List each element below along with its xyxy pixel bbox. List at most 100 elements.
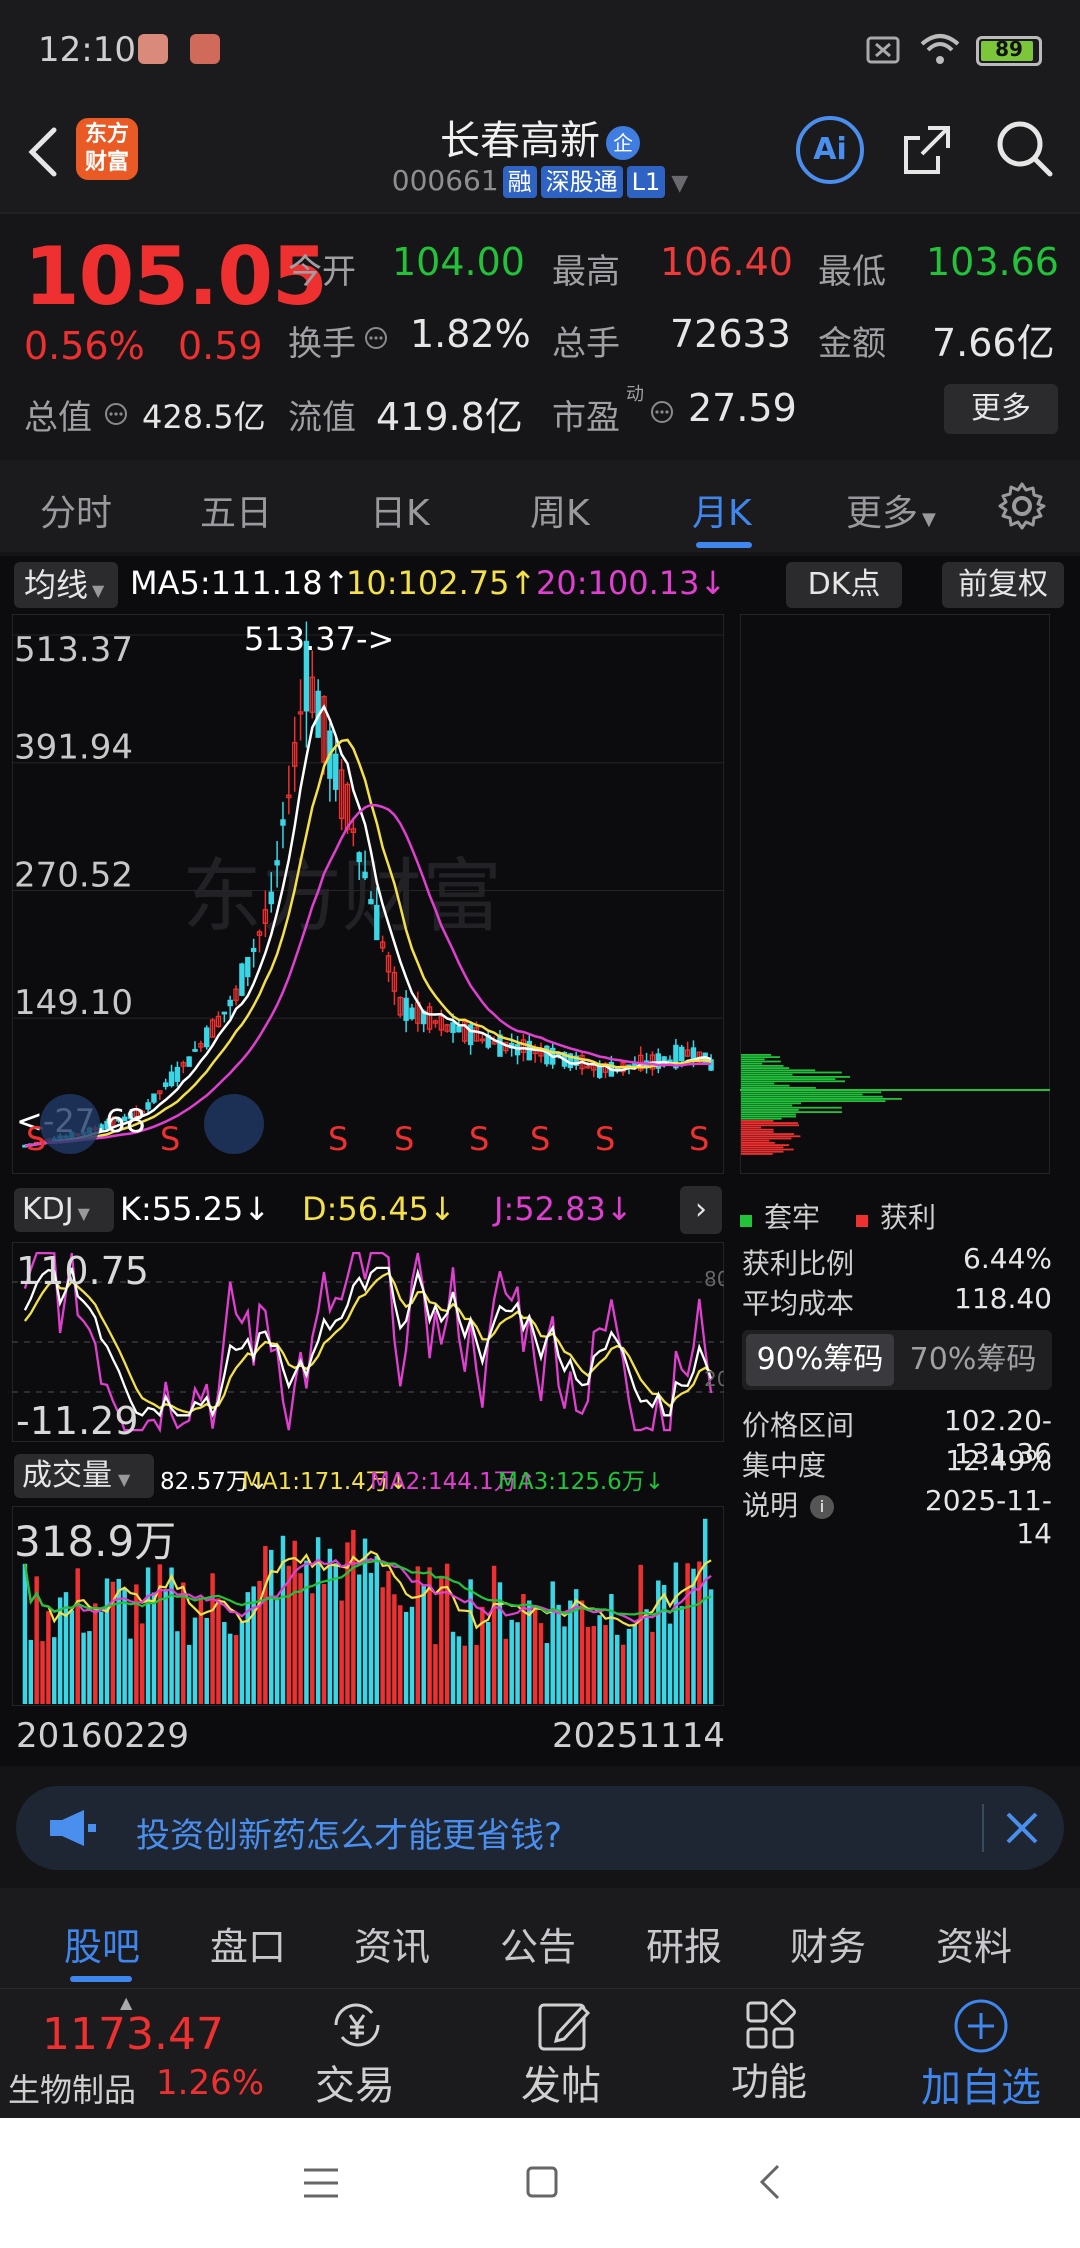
volume-bar (450, 1631, 456, 1704)
tab-order-book[interactable]: 盘口 (210, 1916, 286, 1971)
tag-margin: 融 (502, 166, 537, 198)
ma-selector[interactable]: 均线 ▼ (14, 562, 118, 608)
chip-bar (741, 1146, 784, 1149)
ai-button[interactable]: Ai (796, 116, 864, 184)
ma5-legend: MA5:111.18↑ (130, 564, 350, 602)
scroll-left-button (40, 1094, 100, 1154)
chip-70-button[interactable]: 70%筹码 (898, 1334, 1048, 1386)
note-label[interactable]: 说明 i (742, 1484, 835, 1524)
kdj-chart[interactable]: 110.75 -11.29 80 20 (12, 1242, 724, 1442)
post-button[interactable]: 发帖 (496, 1989, 626, 2119)
chip-bar (741, 1062, 763, 1065)
watermark: 东方财富 (182, 850, 502, 943)
y-tick-label: 513.37 (14, 630, 133, 670)
avg-cost-label: 平均成本 (742, 1287, 855, 1320)
chip-bar (741, 1126, 762, 1129)
tab-more[interactable]: 更多 ▼ (846, 484, 936, 536)
volume-bar (685, 1563, 690, 1704)
tab-profile[interactable]: 资料 (936, 1916, 1012, 1971)
chip-legend-profit: 获利 (856, 1196, 936, 1236)
volume-bar (562, 1626, 567, 1704)
volume-bar (298, 1573, 303, 1704)
volume-chart[interactable]: 318.9万 (12, 1506, 724, 1706)
search-icon[interactable] (994, 118, 1056, 180)
chevron-right-icon[interactable]: › (680, 1186, 722, 1234)
home-icon[interactable] (524, 2164, 560, 2200)
chip-bar (741, 1131, 774, 1133)
notification-icon (138, 34, 168, 64)
volume-bar (568, 1600, 573, 1704)
volume-bar (603, 1625, 608, 1704)
kline-chart[interactable]: 东方财富 513.37391.94270.52149.10 513.37-><-… (12, 614, 724, 1174)
chip-bar (741, 1098, 902, 1100)
chip-90-button[interactable]: 90%筹码 (746, 1334, 894, 1386)
period-tabs: 分时 五日 日K 周K 月K 更多 ▼ (0, 460, 1080, 552)
trade-button[interactable]: 交易 (290, 1989, 420, 2119)
chip-bar (741, 1071, 842, 1074)
add-watchlist-button[interactable]: 加自选 (896, 1989, 1066, 2119)
volume-y-top: 318.9万 (14, 1517, 176, 1566)
volume-value: 72633 (670, 312, 791, 356)
tab-forum[interactable]: 股吧 (64, 1916, 140, 1971)
volume-bar (157, 1564, 163, 1704)
chip-bar (741, 1109, 799, 1111)
tab-finance[interactable]: 财务 (790, 1916, 866, 1971)
volume-bar (556, 1604, 561, 1704)
tab-daily-k[interactable]: 日K (370, 484, 430, 536)
volume-bar (544, 1643, 550, 1704)
tab-announcements[interactable]: 公告 (500, 1916, 576, 1971)
tab-intraday[interactable]: 分时 (40, 484, 112, 536)
info-circle-icon[interactable] (104, 402, 128, 426)
scroll-right-button (204, 1094, 264, 1154)
chip-bar (741, 1113, 796, 1116)
candle-body (403, 997, 409, 1021)
back-nav-icon[interactable] (756, 2162, 786, 2202)
quote-panel: 105.05 0.56% 0.59 总值 428.5亿 今开 104.00 最高… (0, 212, 1080, 460)
turnover-label: 换手 (288, 324, 356, 364)
share-icon[interactable] (898, 120, 958, 180)
settings-gear-icon[interactable] (996, 480, 1048, 532)
volume-bar (139, 1623, 145, 1704)
stock-name: 长春高新 (440, 118, 600, 164)
function-button[interactable]: 功能 (704, 1989, 834, 2119)
chip-bar (741, 1065, 784, 1067)
system-nav-bar (0, 2118, 1080, 2248)
adjust-button[interactable]: 前复权 (942, 562, 1064, 608)
volume-bar (327, 1548, 333, 1704)
volume-bar (386, 1570, 391, 1704)
tab-five-day[interactable]: 五日 (200, 484, 272, 536)
sector-index[interactable]: ▲ 1173.47 生物制品 1.26% (0, 1989, 264, 2119)
volume-bar (186, 1644, 192, 1704)
tab-weekly-k[interactable]: 周K (530, 484, 590, 536)
volume-bar (585, 1626, 591, 1704)
chip-bar (741, 1153, 773, 1155)
chip-bar (741, 1115, 797, 1118)
volume-bar (286, 1565, 292, 1704)
kdj-selector[interactable]: KDJ ▼ (14, 1188, 114, 1232)
volume-bar (292, 1540, 297, 1704)
sell-signal-marker: S (595, 1120, 615, 1158)
candle-body (221, 1011, 228, 1015)
chip-bar (741, 1137, 792, 1140)
more-button[interactable]: 更多 (944, 384, 1058, 434)
info-circle-icon[interactable] (650, 400, 674, 424)
kdj-y-top: 110.75 (16, 1249, 149, 1293)
chip-bar (741, 1058, 765, 1061)
open-value: 104.00 (392, 240, 525, 284)
volume-bar (175, 1631, 180, 1704)
chip-bar (741, 1111, 843, 1113)
ad-banner[interactable]: 投资创新药怎么才能更省钱? (16, 1786, 1064, 1870)
tab-research[interactable]: 研报 (646, 1916, 722, 1971)
dk-point-button[interactable]: DK点 (786, 562, 902, 608)
tab-monthly-k[interactable]: 月K (692, 484, 752, 536)
chip-bar (741, 1093, 863, 1096)
close-icon[interactable] (1004, 1810, 1040, 1846)
info-circle-icon[interactable] (364, 326, 388, 350)
tab-news[interactable]: 资讯 (354, 1916, 430, 1971)
volume-selector[interactable]: 成交量 ▼ (14, 1454, 154, 1498)
sector-index-value: 1173.47 (42, 2009, 224, 2060)
enterprise-badge: 企 (606, 126, 640, 160)
candle-body (151, 1093, 157, 1103)
menu-icon[interactable] (302, 2166, 340, 2200)
volume-bar (169, 1567, 174, 1704)
